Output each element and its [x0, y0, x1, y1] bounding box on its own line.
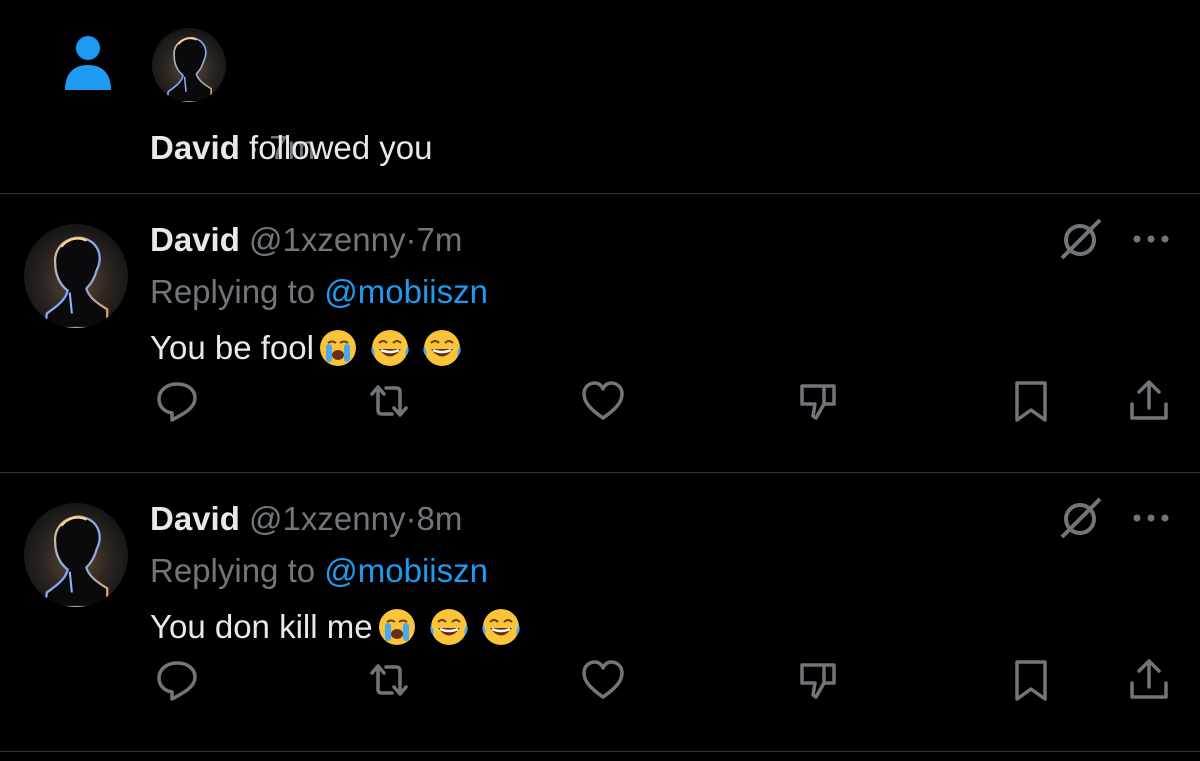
tweet-text-content: You don kill me: [150, 608, 373, 645]
user-handle[interactable]: @1xzenny: [249, 500, 405, 537]
face-with-tears-of-joy-icon: [422, 328, 462, 368]
tweet-header: David @1xzenny·8m: [150, 497, 462, 541]
reply-button[interactable]: [154, 378, 200, 424]
person-icon: [65, 36, 111, 90]
loudly-crying-face-icon: [318, 328, 358, 368]
timestamp[interactable]: 7m: [416, 221, 462, 258]
like-button[interactable]: [580, 378, 626, 424]
action-bar: [0, 657, 1200, 703]
downvote-icon: [800, 663, 836, 699]
notification-action: followed you: [249, 129, 433, 166]
tweet-header: David @1xzenny·7m: [150, 218, 462, 262]
tweet[interactable]: David @1xzenny·7m Replying to @mobiiszn …: [0, 194, 1200, 472]
user-name[interactable]: David: [150, 221, 240, 258]
share-button[interactable]: [1126, 378, 1172, 424]
mention-link[interactable]: @mobiiszn: [324, 552, 488, 589]
tweet-text: You be fool: [150, 326, 462, 370]
share-icon: [1130, 659, 1168, 699]
retweet-icon: [370, 385, 408, 417]
grok-icon[interactable]: [1056, 493, 1106, 543]
downvote-button[interactable]: [794, 378, 840, 424]
tweet[interactable]: David @1xzenny·8m Replying to @mobiiszn …: [0, 473, 1200, 751]
replying-to: Replying to @mobiiszn: [150, 270, 488, 314]
grok-icon[interactable]: [1056, 214, 1106, 264]
bookmark-button[interactable]: [1008, 378, 1054, 424]
avatar[interactable]: [24, 224, 128, 328]
replying-to: Replying to @mobiiszn: [150, 549, 488, 593]
user-handle[interactable]: @1xzenny: [249, 221, 405, 258]
tweet-text-content: You be fool: [150, 329, 314, 366]
reply-icon: [157, 661, 197, 701]
avatar[interactable]: [152, 28, 226, 102]
avatar[interactable]: [24, 503, 128, 607]
replying-prefix: Replying to: [150, 552, 316, 589]
action-bar: [0, 378, 1200, 424]
user-name[interactable]: David: [150, 129, 240, 166]
downvote-button[interactable]: [794, 657, 840, 703]
more-icon[interactable]: [1130, 511, 1172, 525]
tweet-text: You don kill me: [150, 605, 521, 649]
user-name[interactable]: David: [150, 500, 240, 537]
retweet-button[interactable]: [366, 657, 412, 703]
timestamp[interactable]: 8m: [416, 500, 462, 537]
reply-button[interactable]: [154, 657, 200, 703]
bookmark-icon: [1015, 381, 1047, 422]
face-with-tears-of-joy-icon: [370, 328, 410, 368]
replying-prefix: Replying to: [150, 273, 316, 310]
like-icon: [582, 660, 624, 699]
notification-text: David followed you · 7m: [150, 126, 433, 170]
retweet-button[interactable]: [366, 378, 412, 424]
bookmark-icon: [1015, 660, 1047, 701]
loudly-crying-face-icon: [377, 607, 417, 647]
follow-notification[interactable]: David followed you · 7m: [0, 0, 1200, 193]
downvote-icon: [800, 384, 836, 420]
face-with-tears-of-joy-icon: [481, 607, 521, 647]
bookmark-button[interactable]: [1008, 657, 1054, 703]
retweet-icon: [370, 664, 408, 696]
share-icon: [1130, 380, 1168, 420]
share-button[interactable]: [1126, 657, 1172, 703]
like-icon: [582, 381, 624, 420]
like-button[interactable]: [580, 657, 626, 703]
reply-icon: [157, 382, 197, 422]
separator: ·: [405, 221, 417, 258]
separator: ·: [405, 500, 417, 537]
more-icon[interactable]: [1130, 232, 1172, 246]
mention-link[interactable]: @mobiiszn: [324, 273, 488, 310]
face-with-tears-of-joy-icon: [429, 607, 469, 647]
divider: [0, 751, 1200, 752]
